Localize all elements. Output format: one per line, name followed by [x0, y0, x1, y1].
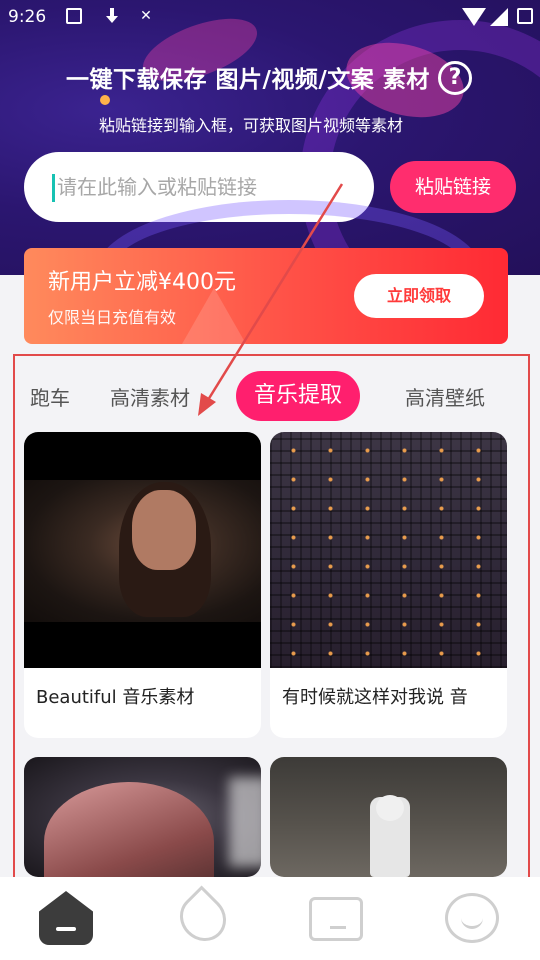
help-icon[interactable]: ? — [438, 61, 472, 95]
tab-sports-car[interactable]: 跑车 — [30, 382, 70, 411]
hero-banner: 9:26 ✕ 一键下载保存 图片/视频/文案 素材 ? 粘贴链接到输入框，可获取… — [0, 0, 540, 275]
signal-icon — [490, 8, 508, 26]
card-thumbnail — [24, 757, 261, 877]
page-subtitle: 粘贴链接到输入框，可获取图片视频等素材 — [99, 116, 404, 135]
profile-icon[interactable] — [443, 891, 503, 949]
text-cursor — [52, 174, 55, 202]
card-thumbnail — [24, 432, 261, 668]
content-card[interactable]: Beautiful 音乐素材 — [24, 432, 261, 738]
search-box[interactable] — [24, 152, 374, 222]
tab-music-extract[interactable]: 音乐提取 — [236, 371, 361, 421]
tab-hd-material[interactable]: 高清素材 — [110, 382, 190, 411]
page-title: 一键下载保存 图片/视频/文案 素材 — [66, 67, 430, 93]
decor-dot — [100, 95, 110, 105]
card-thumbnail — [270, 432, 507, 668]
silent-icon: ✕ — [140, 8, 152, 24]
home-icon[interactable] — [37, 891, 97, 949]
status-time: 9:26 — [8, 7, 47, 27]
category-tabs: 跑车 高清素材 音乐提取 高清壁纸 — [20, 355, 530, 435]
promo-title: 新用户立减¥400元 — [48, 270, 236, 295]
card-caption: 有时候就这样对我说 音 — [282, 687, 468, 708]
folder-icon[interactable] — [307, 891, 367, 949]
decor-triangle — [174, 288, 254, 344]
promo-subtitle: 仅限当日充值有效 — [48, 308, 177, 327]
image-icon — [66, 8, 82, 24]
link-input[interactable] — [57, 170, 357, 204]
wifi-icon — [462, 8, 486, 26]
content-card[interactable]: 有时候就这样对我说 音 — [270, 432, 507, 738]
promo-banner[interactable]: 新用户立减¥400元 仅限当日充值有效 立即领取 — [24, 248, 508, 344]
content-card[interactable] — [270, 757, 507, 877]
download-icon — [104, 8, 120, 24]
status-bar: 9:26 ✕ — [0, 0, 540, 34]
drop-icon[interactable] — [170, 885, 236, 951]
battery-icon — [517, 8, 533, 24]
card-thumbnail — [270, 757, 507, 877]
content-grid: Beautiful 音乐素材 有时候就这样对我说 音 — [0, 432, 540, 877]
bottom-nav — [0, 877, 540, 960]
content-card[interactable] — [24, 757, 261, 877]
card-caption: Beautiful 音乐素材 — [36, 687, 195, 708]
claim-button[interactable]: 立即领取 — [354, 274, 484, 318]
tab-hd-wallpaper[interactable]: 高清壁纸 — [405, 382, 485, 411]
paste-link-button[interactable]: 粘贴链接 — [390, 161, 516, 213]
